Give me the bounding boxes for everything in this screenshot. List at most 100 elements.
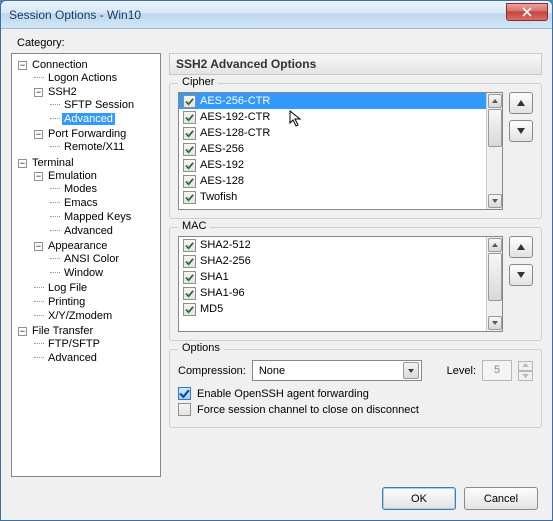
tree-ansi-color[interactable]: ANSI Color bbox=[62, 253, 121, 265]
tree-toggle[interactable]: − bbox=[18, 61, 27, 70]
list-item[interactable]: SHA1 bbox=[179, 269, 486, 285]
category-tree[interactable]: −Connection Logon Actions −SSH2 SFTP Ses… bbox=[11, 53, 161, 477]
list-item[interactable]: SHA1-96 bbox=[179, 285, 486, 301]
list-item[interactable]: MD5 bbox=[179, 301, 486, 317]
tree-advanced[interactable]: Advanced bbox=[62, 113, 115, 125]
mac-move-up-button[interactable] bbox=[509, 236, 533, 258]
tree-emulation[interactable]: Emulation bbox=[46, 170, 99, 182]
list-item-label: AES-256 bbox=[200, 143, 244, 155]
list-item[interactable]: AES-192-CTR bbox=[179, 109, 486, 125]
tree-terminal[interactable]: Terminal bbox=[30, 157, 76, 169]
checkbox[interactable] bbox=[183, 191, 196, 204]
tree-appearance[interactable]: Appearance bbox=[46, 240, 109, 252]
close-button[interactable] bbox=[506, 3, 548, 21]
tree-modes[interactable]: Modes bbox=[62, 183, 99, 195]
cipher-scrollbar[interactable] bbox=[486, 93, 502, 209]
compression-value: None bbox=[259, 365, 285, 377]
level-label: Level: bbox=[447, 365, 476, 377]
scroll-up-icon[interactable] bbox=[488, 238, 502, 252]
compression-combo[interactable]: None bbox=[252, 360, 422, 381]
tree-toggle[interactable]: − bbox=[34, 130, 43, 139]
mac-group: MAC SHA2-512SHA2-256SHA1SHA1-96MD5 bbox=[169, 227, 542, 341]
list-item-label: SHA1 bbox=[200, 271, 229, 283]
checkbox[interactable] bbox=[183, 255, 196, 268]
tree-ftp-sftp[interactable]: FTP/SFTP bbox=[46, 338, 102, 350]
right-pane: SSH2 Advanced Options Cipher AES-256-CTR… bbox=[169, 53, 542, 477]
checkbox[interactable] bbox=[183, 303, 196, 316]
list-item[interactable]: AES-128 bbox=[179, 173, 486, 189]
list-item[interactable]: AES-192 bbox=[179, 157, 486, 173]
list-item[interactable]: AES-256-CTR bbox=[179, 93, 486, 109]
checkbox[interactable] bbox=[183, 127, 196, 140]
list-item[interactable]: AES-256 bbox=[179, 141, 486, 157]
tree-toggle[interactable]: − bbox=[34, 242, 43, 251]
scroll-down-icon[interactable] bbox=[488, 316, 502, 330]
force-close-label[interactable]: Force session channel to close on discon… bbox=[197, 404, 419, 416]
tree-remote-x11[interactable]: Remote/X11 bbox=[62, 141, 126, 153]
checkbox[interactable] bbox=[183, 111, 196, 124]
tree-file-transfer[interactable]: File Transfer bbox=[30, 325, 95, 337]
check-icon bbox=[179, 388, 190, 399]
tree-toggle[interactable]: − bbox=[34, 172, 43, 181]
level-spin-down bbox=[518, 371, 533, 381]
mac-move-down-button[interactable] bbox=[509, 264, 533, 286]
level-input: 5 bbox=[482, 360, 512, 381]
close-icon bbox=[522, 7, 532, 17]
tree-emacs[interactable]: Emacs bbox=[62, 197, 100, 209]
tree-ssh2[interactable]: SSH2 bbox=[46, 86, 79, 98]
scroll-up-icon[interactable] bbox=[488, 94, 502, 108]
window-title: Session Options - Win10 bbox=[9, 8, 506, 22]
tree-connection[interactable]: Connection bbox=[30, 59, 90, 71]
level-spinner bbox=[518, 361, 533, 381]
scroll-thumb[interactable] bbox=[488, 109, 502, 147]
tree-toggle[interactable]: − bbox=[18, 159, 27, 168]
tree-advanced-2[interactable]: Advanced bbox=[62, 225, 115, 237]
tree-sftp-session[interactable]: SFTP Session bbox=[62, 99, 136, 111]
tree-toggle[interactable]: − bbox=[18, 327, 27, 336]
checkbox[interactable] bbox=[183, 175, 196, 188]
force-close-checkbox[interactable] bbox=[178, 403, 191, 416]
mac-scrollbar[interactable] bbox=[486, 237, 502, 331]
tree-port-forwarding[interactable]: Port Forwarding bbox=[46, 128, 128, 140]
tree-mapped-keys[interactable]: Mapped Keys bbox=[62, 211, 133, 223]
checkbox[interactable] bbox=[183, 95, 196, 108]
tree-toggle[interactable]: − bbox=[34, 88, 43, 97]
tree-xyzmodem[interactable]: X/Y/Zmodem bbox=[46, 310, 114, 322]
list-item[interactable]: AES-128-CTR bbox=[179, 125, 486, 141]
cipher-move-up-button[interactable] bbox=[509, 92, 533, 114]
cipher-listbox[interactable]: AES-256-CTR AES-192-CTR AES-128-CTR AES-256… bbox=[178, 92, 503, 210]
tree-printing[interactable]: Printing bbox=[46, 296, 87, 308]
ok-button[interactable]: OK bbox=[382, 487, 456, 510]
checkbox[interactable] bbox=[183, 287, 196, 300]
titlebar: Session Options - Win10 bbox=[1, 1, 552, 29]
dropdown-icon[interactable] bbox=[403, 362, 419, 379]
tree-log-file[interactable]: Log File bbox=[46, 282, 89, 294]
checkbox[interactable] bbox=[183, 271, 196, 284]
triangle-up-icon bbox=[516, 98, 526, 108]
list-item[interactable]: Twofish bbox=[179, 189, 486, 205]
checkbox[interactable] bbox=[183, 239, 196, 252]
list-item-label: SHA1-96 bbox=[200, 287, 245, 299]
cipher-move-down-button[interactable] bbox=[509, 120, 533, 142]
enable-agent-label[interactable]: Enable OpenSSH agent forwarding bbox=[197, 388, 369, 400]
compression-label: Compression: bbox=[178, 365, 246, 377]
mac-label: MAC bbox=[178, 220, 210, 232]
options-group: Options Compression: None Level: 5 bbox=[169, 349, 542, 428]
scroll-down-icon[interactable] bbox=[488, 194, 502, 208]
tree-logon-actions[interactable]: Logon Actions bbox=[46, 72, 119, 84]
mac-listbox[interactable]: SHA2-512SHA2-256 SHA1 SHA1-96 MD5 bbox=[178, 236, 503, 332]
list-item-label: AES-192-CTR bbox=[200, 111, 270, 123]
dialog-footer: OK Cancel bbox=[11, 477, 542, 510]
tree-advanced-3[interactable]: Advanced bbox=[46, 352, 99, 364]
scroll-thumb[interactable] bbox=[488, 253, 502, 301]
list-item-label: AES-128 bbox=[200, 175, 244, 187]
tree-window[interactable]: Window bbox=[62, 267, 105, 279]
enable-agent-checkbox[interactable] bbox=[178, 387, 191, 400]
checkbox[interactable] bbox=[183, 143, 196, 156]
checkbox[interactable] bbox=[183, 159, 196, 172]
level-spin-up bbox=[518, 361, 533, 371]
list-item[interactable]: SHA2-256 bbox=[179, 253, 486, 269]
cancel-button[interactable]: Cancel bbox=[464, 487, 538, 510]
triangle-down-icon bbox=[516, 126, 526, 136]
list-item[interactable]: SHA2-512 bbox=[179, 237, 486, 253]
